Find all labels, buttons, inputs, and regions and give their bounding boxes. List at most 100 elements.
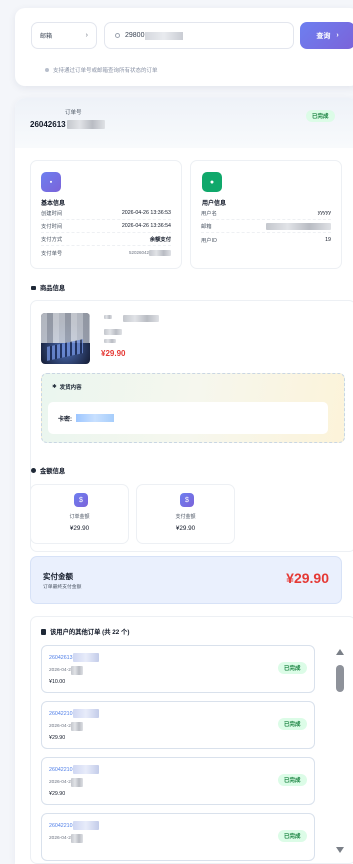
kv-label: 支付时间 (41, 224, 63, 230)
search-hint: 支持通过订单号或邮箱查询所有状态的订单 (45, 66, 158, 74)
order-no-text: 26042210 (49, 766, 73, 773)
query-button[interactable]: 查询 › (300, 22, 353, 49)
basic-info-box: ▪ 基本信息 创建时间 2026-04-26 13:36:53 支付时间 2026-… (30, 160, 182, 269)
order-header: 订单号 26042613 已完成 (15, 98, 353, 148)
order-amount-label: 订单金额 (69, 514, 90, 520)
other-order-number[interactable]: 26042210 (49, 709, 99, 718)
other-order-item[interactable]: 26042210 2026-04-2 已完成 (41, 813, 315, 861)
order-number-value: 26042613 (30, 120, 66, 129)
order-amount-box: $ 订单金额 ¥29.90 (30, 484, 129, 544)
kv-row: 支付时间 2026-04-26 13:36:54 (41, 220, 171, 233)
other-order-item[interactable]: 26042210 2026-04-2 ¥29.90 已完成 (41, 757, 315, 805)
card-key-field[interactable]: 卡密: (48, 402, 328, 434)
masked-text (72, 709, 99, 718)
order-date-text: 2026-04-2 (49, 724, 71, 729)
other-orders-box: 该用户的其他订单 (共 22 个) 26042613 2026-04-2 ¥10… (30, 616, 353, 864)
other-orders-title-text: 该用户的其他订单 (共 22 个) (50, 629, 130, 636)
kv-row: 支付单号 52026042 (41, 246, 171, 259)
scroll-down-arrow-icon[interactable] (336, 847, 344, 853)
search-icon (115, 33, 120, 38)
status-badge: 已完成 (278, 662, 307, 674)
masked-text (149, 249, 171, 256)
order-number-label: 订单号 (65, 110, 82, 116)
kv-value: 2026-04-26 13:36:53 (121, 210, 171, 216)
order-detail-card: 订单号 26042613 已完成 ▪ 基本信息 创建时间 2026-04-26 1… (15, 98, 353, 864)
masked-text (66, 120, 105, 129)
other-order-date: 2026-04-2 (49, 834, 83, 843)
order-date-text: 2026-04-2 (49, 668, 71, 673)
other-order-date: 2026-04-2 (49, 778, 83, 787)
kv-label: 支付单号 (41, 250, 63, 257)
kv-label: 创建时间 (41, 211, 63, 217)
delivery-title-text: 发货内容 (59, 385, 82, 391)
masked-text (104, 315, 112, 319)
other-order-price: ¥29.90 (49, 791, 66, 797)
paid-amount-value: ¥29.90 (286, 570, 329, 586)
info-icon (45, 68, 49, 72)
kv-label: 用户ID (201, 237, 217, 244)
kv-row: 支付方式 余额支付 (41, 233, 171, 246)
basic-info-title: 基本信息 (41, 201, 66, 207)
masked-text (70, 778, 83, 787)
order-date-text: 2026-04-2 (49, 836, 71, 841)
card-key-value[interactable] (76, 414, 114, 422)
kv-value: yyyyy (317, 210, 331, 216)
order-no-text: 26042210 (49, 710, 73, 717)
kv-row: 用户名 yyyyy (201, 207, 331, 220)
status-badge: 已完成 (278, 774, 307, 786)
masked-text (72, 653, 99, 662)
order-date-text: 2026-04-2 (49, 780, 71, 785)
product-thumbnail (41, 313, 90, 364)
kv-value: 余额支付 (149, 237, 171, 243)
paid-amount-subtitle: 订单最终支付金额 (43, 585, 82, 590)
order-amount-value: ¥29.90 (69, 525, 90, 532)
other-order-number[interactable]: 26042210 (49, 821, 99, 830)
masked-text (266, 222, 331, 230)
other-order-date: 2026-04-2 (49, 722, 83, 731)
dollar-icon: $ (74, 493, 88, 507)
other-order-item[interactable]: 26042613 2026-04-2 ¥10.00 已完成 (41, 645, 315, 693)
order-no-text: 26042613 (49, 654, 73, 661)
scrollbar-thumb[interactable] (336, 665, 344, 692)
masked-text (70, 666, 83, 675)
status-badge: 已完成 (278, 718, 307, 730)
other-order-number[interactable]: 26042210 (49, 765, 99, 774)
search-type-select[interactable]: 邮箱 › (31, 22, 97, 49)
delivery-content: ✱ 发货内容 卡密: (41, 373, 345, 443)
other-order-price: ¥29.90 (49, 735, 66, 741)
search-type-label: 邮箱 (40, 34, 53, 40)
box-icon (31, 285, 36, 290)
pay-amount-box: $ 支付金额 ¥29.90 (136, 484, 235, 544)
other-order-price: ¥10.00 (49, 679, 66, 685)
status-badge: 已完成 (306, 110, 335, 122)
masked-text (104, 329, 122, 335)
masked-text (123, 315, 159, 322)
masked-text (72, 765, 99, 774)
paid-amount-title: 实付金额 (43, 572, 73, 581)
amount-section-title: 金额信息 (31, 466, 65, 475)
kv-value: 19 (325, 236, 331, 243)
order-number[interactable]: 26042613 (30, 120, 105, 129)
masked-text (104, 339, 116, 343)
section-title-text: 商品信息 (40, 285, 66, 292)
clipboard-icon (41, 628, 46, 635)
search-input-value: 29800 (125, 32, 145, 39)
user-info-title: 用户信息 (202, 201, 227, 207)
other-order-number[interactable]: 26042613 (49, 653, 99, 662)
kv-value: 2026-04-26 13:36:54 (121, 223, 171, 229)
search-input[interactable]: 29800 (104, 22, 294, 49)
user-info-box: ● 用户信息 用户名 yyyyy 邮箱 用户ID 19 (190, 160, 342, 269)
gift-icon: ✱ (52, 384, 57, 390)
masked-text (145, 31, 184, 40)
masked-text (70, 834, 83, 843)
scroll-up-arrow-icon[interactable] (336, 649, 344, 655)
other-order-item[interactable]: 26042210 2026-04-2 ¥29.90 已完成 (41, 701, 315, 749)
dot-icon (31, 468, 36, 473)
status-badge: 已完成 (278, 830, 307, 842)
kv-value: 52026042 (128, 250, 149, 255)
paid-amount-box: 实付金额 订单最终支付金额 ¥29.90 (30, 556, 342, 604)
section-title-text: 金额信息 (40, 468, 66, 475)
kv-row: 邮箱 (201, 220, 331, 233)
masked-text (70, 722, 83, 731)
scrollbar[interactable] (334, 647, 346, 863)
